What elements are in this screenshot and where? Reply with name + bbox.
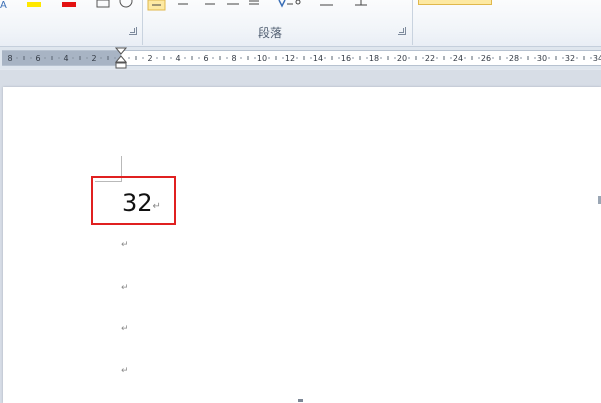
ruler-label: 6: [203, 54, 208, 63]
ribbon-separator: [412, 0, 413, 45]
ruler-label: 8: [231, 54, 236, 63]
ruler-label: 26: [481, 54, 491, 63]
word-window: A 段落 8 6 4 2 2 4 6 8 10 12 14 16 18 20 2…: [0, 0, 601, 403]
paragraph-mark-icon: ↵: [121, 366, 129, 376]
ruler-label: 4: [63, 54, 68, 63]
red-highlight-box: [91, 176, 176, 225]
svg-text:A: A: [0, 0, 7, 11]
document-area: [0, 70, 601, 403]
ribbon-separator: [142, 0, 143, 45]
paragraph-group-label: 段落: [257, 26, 282, 40]
ruler-label: 8: [7, 54, 12, 63]
clipped-ribbon-icons-left: A: [0, 0, 133, 11]
styles-gallery-clipped[interactable]: [418, 0, 492, 5]
ruler-label: 14: [313, 54, 323, 63]
ruler-label: 4: [175, 54, 180, 63]
indent-marker-icon[interactable]: [115, 47, 127, 69]
ruler-label: 16: [341, 54, 351, 63]
paragraph-mark-icon: ↵: [121, 240, 129, 250]
ruler-label: 28: [509, 54, 519, 63]
ruler-label: 30: [537, 54, 547, 63]
ruler-label: 18: [369, 54, 379, 63]
ruler-label: 6: [35, 54, 40, 63]
ruler-label: 12: [285, 54, 295, 63]
ruler-label: 2: [147, 54, 152, 63]
paragraph-mark-icon: ↵: [121, 283, 129, 293]
ruler-label: 20: [397, 54, 407, 63]
page-bottom-marker: [298, 399, 303, 402]
horizontal-ruler-bar: 8 6 4 2 2 4 6 8 10 12 14 16 18 20 22 24 26 28 30 32 34: [0, 47, 601, 69]
font-dialog-launcher-icon[interactable]: [129, 27, 137, 35]
ruler-label: 10: [257, 54, 267, 63]
ruler-label: 2: [91, 54, 96, 63]
ruler-label: 24: [453, 54, 463, 63]
ruler-label: 34: [593, 54, 601, 63]
ruler-ticks: 8 6 4 2 2 4 6 8 10 12 14 16 18 20 22 24 26 28 30 32 34: [7, 54, 601, 63]
ruler-label: 32: [565, 54, 575, 63]
document-page[interactable]: [3, 87, 601, 403]
paragraph-dialog-launcher-icon[interactable]: [398, 27, 406, 35]
paragraph-mark-icon: ↵: [121, 324, 129, 334]
ribbon: A 段落: [0, 0, 601, 47]
horizontal-ruler[interactable]: 8 6 4 2 2 4 6 8 10 12 14 16 18 20 22 24 26 28 30 32 34: [2, 50, 601, 66]
ruler-label: 22: [425, 54, 435, 63]
paragraph-buttons-clipped[interactable]: [145, 0, 405, 14]
